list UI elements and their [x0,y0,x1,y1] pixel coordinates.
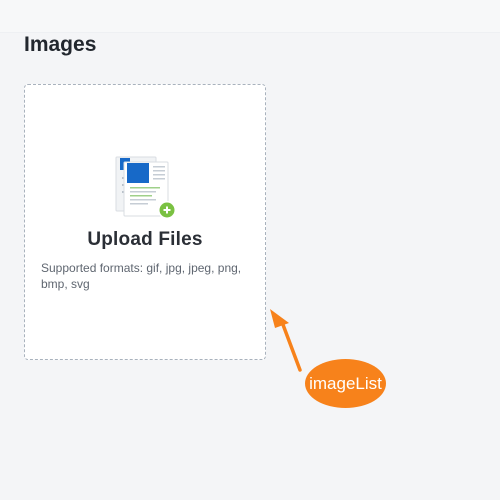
section-title: Images [24,33,97,56]
image-upload-dropzone[interactable]: Upload Files Supported formats: gif, jpg… [24,84,266,360]
upload-title: Upload Files [87,229,203,250]
top-strip [0,0,500,33]
imagelist-callout: imageList [305,359,386,408]
supported-formats-text: Supported formats: gif, jpg, jpeg, png, … [41,261,242,291]
upload-files-icon [115,156,176,219]
